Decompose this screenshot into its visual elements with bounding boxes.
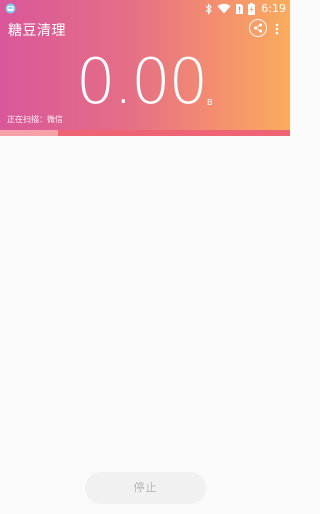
share-icon [254, 23, 262, 33]
app-bar: 糖豆清理 [0, 17, 290, 45]
battery-charging-icon [248, 2, 256, 15]
bluetooth-icon [205, 2, 213, 15]
app-notification-icon [5, 3, 16, 14]
more-options-button[interactable] [271, 20, 283, 38]
no-sim-icon [236, 3, 244, 14]
wifi-icon [217, 3, 231, 14]
status-time: 6:19 [261, 2, 286, 15]
status-bar: 6:19 [0, 0, 290, 17]
stop-button[interactable]: 停止 [85, 472, 206, 504]
share-button[interactable] [249, 19, 267, 37]
scan-results-area [0, 136, 290, 466]
scan-status-text: 正在扫描：微信 [7, 115, 63, 124]
app-title: 糖豆清理 [8, 23, 66, 39]
junk-size-value: 0.00 [76, 45, 208, 118]
more-vertical-icon [275, 23, 279, 35]
scan-header: 6:19 糖豆清理 0.00 B 正在扫描：微信 [0, 0, 290, 136]
junk-size-unit: B [207, 98, 213, 107]
cleaner-screen: 6:19 糖豆清理 0.00 B 正在扫描：微信 停止 [0, 0, 290, 514]
status-icons: 6:19 [205, 1, 286, 16]
